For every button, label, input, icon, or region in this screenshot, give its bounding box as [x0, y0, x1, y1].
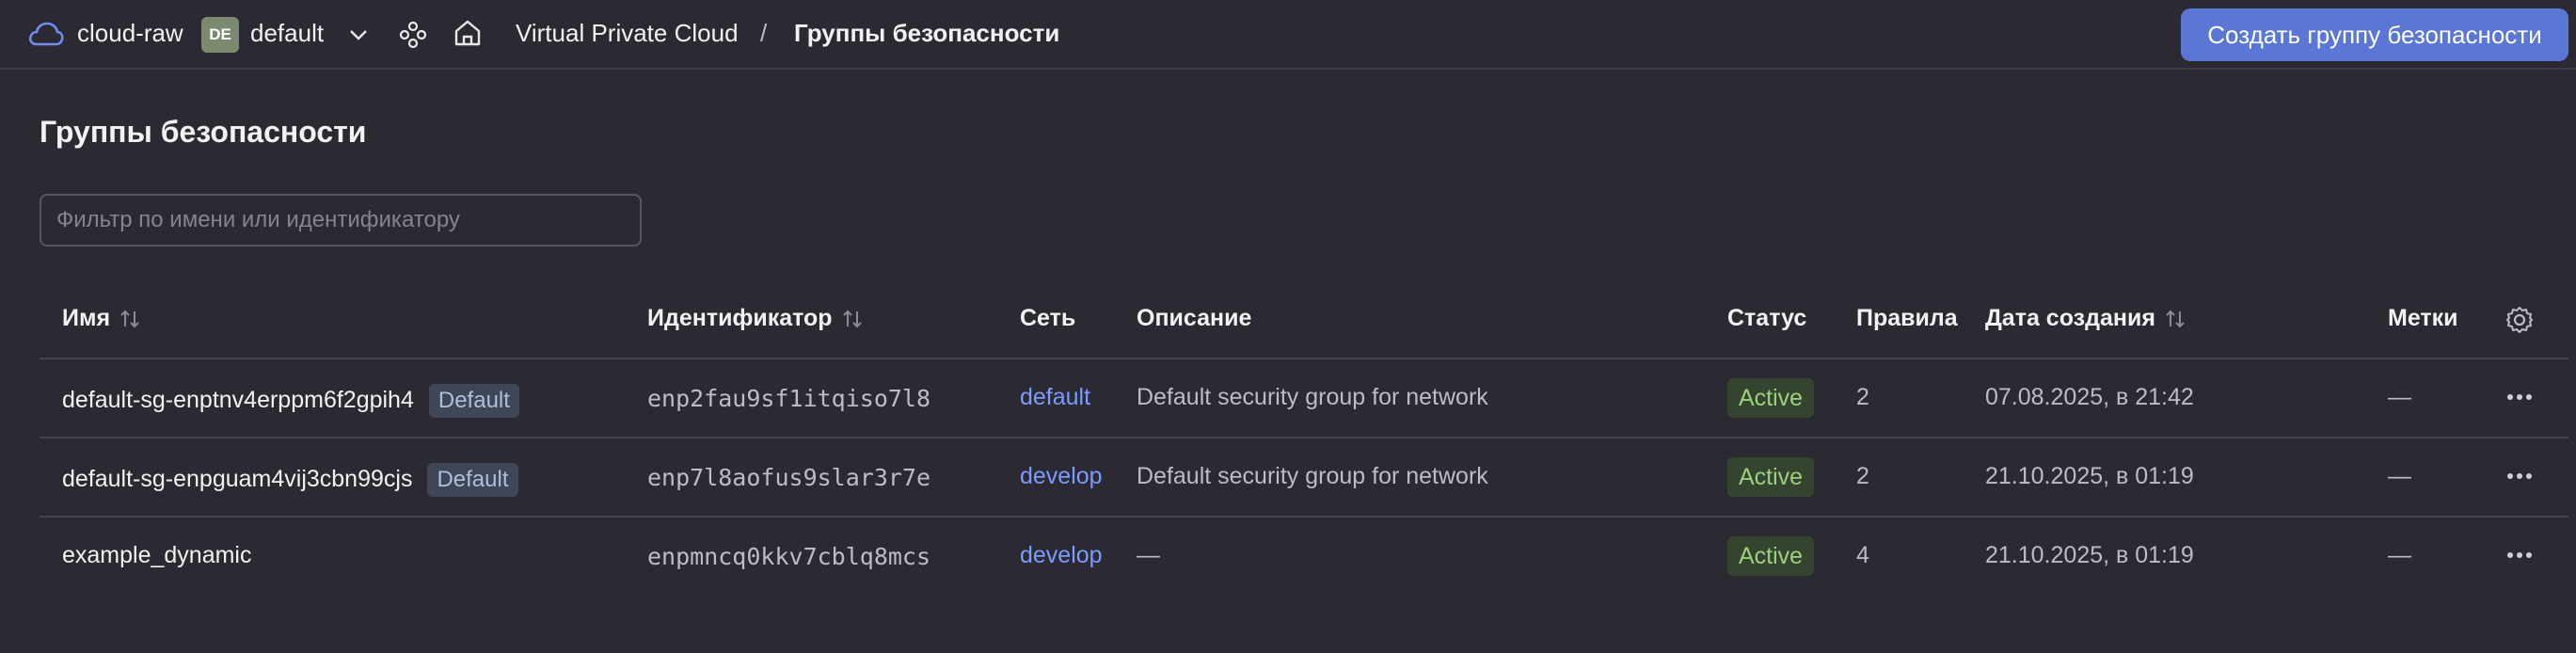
breadcrumb-current: Группы безопасности: [794, 19, 1060, 47]
sort-icon[interactable]: [840, 307, 865, 331]
breadcrumb-service[interactable]: Virtual Private Cloud: [516, 19, 739, 48]
more-dots-icon[interactable]: [2503, 546, 2536, 565]
cell-created: 21.10.2025, в 01:19: [1985, 542, 2194, 568]
cell-labels: —: [2388, 384, 2411, 410]
column-description-label: Описание: [1137, 305, 1252, 331]
cell-name[interactable]: default-sg-enptnv4erppm6f2gpih4 Default: [62, 384, 519, 418]
filter-input[interactable]: [40, 194, 642, 247]
column-network-label: Сеть: [1020, 305, 1076, 331]
column-id-label: Идентификатор: [647, 305, 833, 331]
cell-labels: —: [2388, 542, 2411, 568]
cell-created: 07.08.2025, в 21:42: [1985, 384, 2194, 410]
sort-icon[interactable]: [2163, 307, 2187, 331]
column-header-name[interactable]: Имя: [62, 305, 142, 332]
chevron-down-icon[interactable]: [348, 24, 369, 45]
cell-description: —: [1137, 542, 1160, 568]
column-header-created[interactable]: Дата создания: [1985, 305, 2187, 332]
folder-avatar: DE: [201, 17, 239, 53]
cell-name[interactable]: example_dynamic: [62, 542, 252, 569]
cell-name[interactable]: default-sg-enpguam4vij3cbn99cjs Default: [62, 463, 518, 497]
network-link[interactable]: develop: [1020, 463, 1103, 490]
table-header: Имя Идентификатор Сеть Описание Статус П…: [40, 284, 2568, 359]
column-rules-label: Правила: [1856, 305, 1958, 331]
default-badge: Default: [427, 463, 518, 497]
cell-created: 21.10.2025, в 01:19: [1985, 463, 2194, 489]
status-badge: Active: [1727, 457, 1815, 497]
cell-id: enp2fau9sf1itqiso7l8: [647, 385, 931, 412]
cell-description: Default security group for network: [1137, 384, 1488, 410]
group-name: example_dynamic: [62, 542, 252, 568]
page-title: Группы безопасности: [40, 115, 367, 149]
cell-id: enp7l8aofus9slar3r7e: [647, 464, 931, 491]
gear-icon[interactable]: [2504, 305, 2535, 335]
top-bar: cloud-raw DE default Virtual Private Clo…: [0, 0, 2576, 70]
column-header-status: Статус: [1727, 305, 1806, 332]
column-header-network: Сеть: [1020, 305, 1075, 332]
more-dots-icon[interactable]: [2503, 388, 2536, 406]
group-name: default-sg-enptnv4erppm6f2gpih4: [62, 387, 414, 413]
table-row[interactable]: example_dynamic enpmncq0kkv7cblq8mcs dev…: [40, 518, 2568, 597]
cell-description: Default security group for network: [1137, 463, 1488, 489]
status-badge: Active: [1727, 536, 1815, 576]
nodes-icon[interactable]: [397, 19, 429, 51]
default-badge: Default: [428, 384, 519, 418]
security-groups-table: Имя Идентификатор Сеть Описание Статус П…: [40, 284, 2568, 597]
cell-rules: 4: [1856, 542, 1869, 568]
column-labels-label: Метки: [2388, 305, 2458, 331]
cell-id: enpmncq0kkv7cblq8mcs: [647, 543, 931, 570]
folder-name[interactable]: default: [250, 19, 324, 48]
column-status-label: Статус: [1727, 305, 1807, 331]
status-badge: Active: [1727, 378, 1815, 418]
cloud-name[interactable]: cloud-raw: [77, 19, 183, 48]
table-row[interactable]: default-sg-enptnv4erppm6f2gpih4 Default e…: [40, 359, 2568, 438]
cell-rules: 2: [1856, 463, 1869, 489]
home-icon[interactable]: [452, 17, 484, 49]
cell-rules: 2: [1856, 384, 1869, 410]
group-name: default-sg-enpguam4vij3cbn99cjs: [62, 466, 413, 492]
column-header-rules: Правила: [1856, 305, 1958, 332]
column-name-label: Имя: [62, 305, 111, 331]
cell-labels: —: [2388, 463, 2411, 489]
column-header-labels: Метки: [2388, 305, 2458, 332]
column-header-id[interactable]: Идентификатор: [647, 305, 865, 332]
create-security-group-button[interactable]: Создать группу безопасности: [2181, 8, 2568, 61]
network-link[interactable]: default: [1020, 384, 1090, 411]
cloud-icon: [28, 22, 64, 46]
column-header-description: Описание: [1137, 305, 1251, 332]
more-dots-icon[interactable]: [2503, 467, 2536, 486]
network-link[interactable]: develop: [1020, 542, 1103, 569]
column-created-label: Дата создания: [1985, 305, 2155, 331]
breadcrumb-separator: /: [760, 19, 768, 47]
table-row[interactable]: default-sg-enpguam4vij3cbn99cjs Default e…: [40, 438, 2568, 518]
sort-icon[interactable]: [118, 307, 142, 331]
